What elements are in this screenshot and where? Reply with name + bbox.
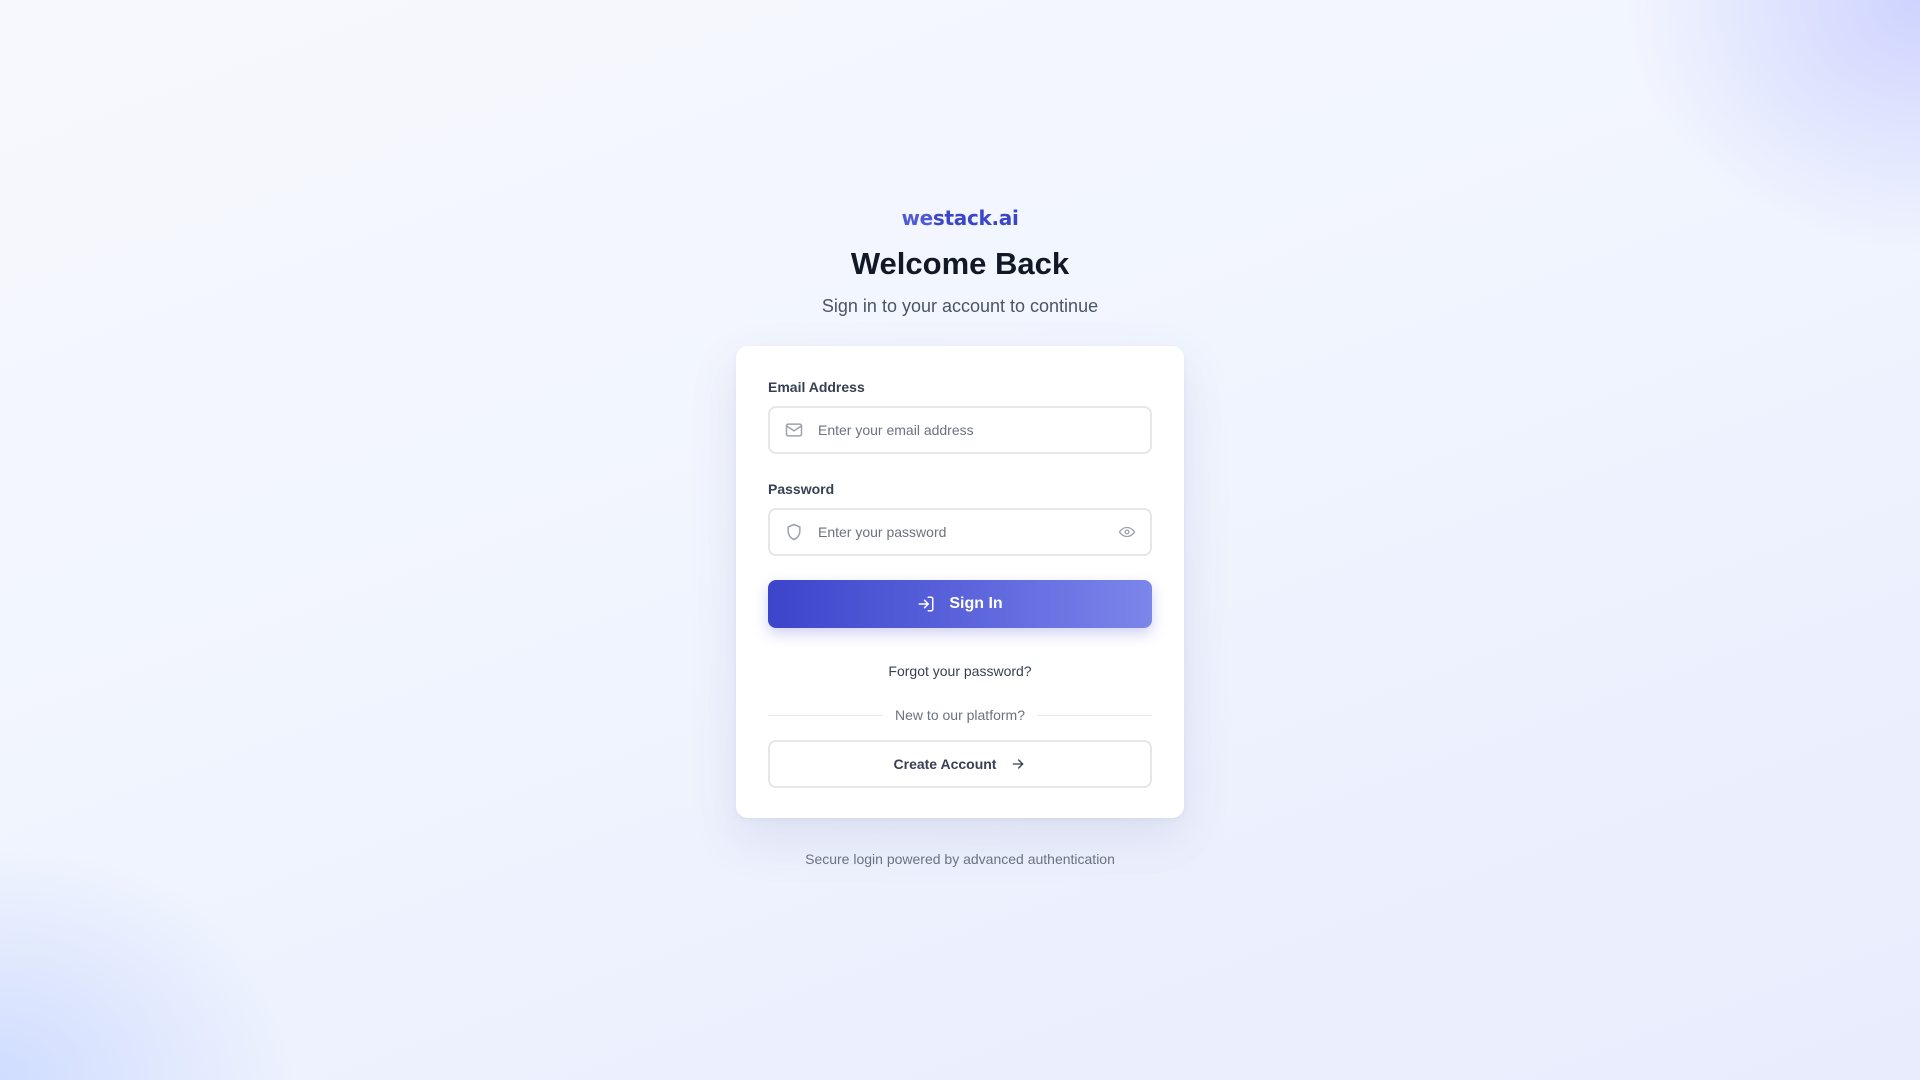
divider-text: New to our platform? — [895, 707, 1025, 723]
login-card: Email Address Password — [736, 346, 1184, 818]
footer-note: Secure login powered by advanced authent… — [805, 851, 1115, 867]
sign-in-label: Sign In — [949, 595, 1003, 612]
brand-logo: westack.ai — [0, 206, 1920, 230]
password-field-wrapper[interactable] — [768, 508, 1152, 556]
arrow-right-icon — [1013, 759, 1024, 769]
create-account-label: Create Account — [893, 756, 997, 772]
divider-line-right — [1036, 714, 1153, 716]
page-subtitle: Sign in to your account to continue — [821, 296, 1099, 316]
logo-rest: stack.ai — [932, 206, 1019, 230]
page-title: Welcome Back — [850, 246, 1070, 281]
password-input[interactable] — [818, 510, 1118, 554]
forgot-password-link[interactable]: Forgot your password? — [768, 662, 1152, 680]
sign-in-button[interactable]: Sign In — [768, 580, 1152, 628]
divider: New to our platform? — [768, 706, 1153, 724]
divider-line-left — [768, 714, 884, 716]
password-label: Password — [768, 481, 835, 497]
page-header: westack.ai Welcome Back Sign in to your … — [0, 206, 1920, 318]
mail-icon — [784, 420, 804, 440]
email-input[interactable] — [818, 408, 1118, 452]
create-account-button[interactable]: Create Account — [768, 740, 1152, 788]
email-label: Email Address — [768, 379, 865, 395]
eye-icon[interactable] — [1118, 523, 1136, 541]
email-field-wrapper[interactable] — [768, 406, 1152, 454]
shield-icon — [784, 522, 804, 542]
logo-prefix: we — [901, 206, 933, 230]
log-in-icon — [918, 596, 934, 612]
